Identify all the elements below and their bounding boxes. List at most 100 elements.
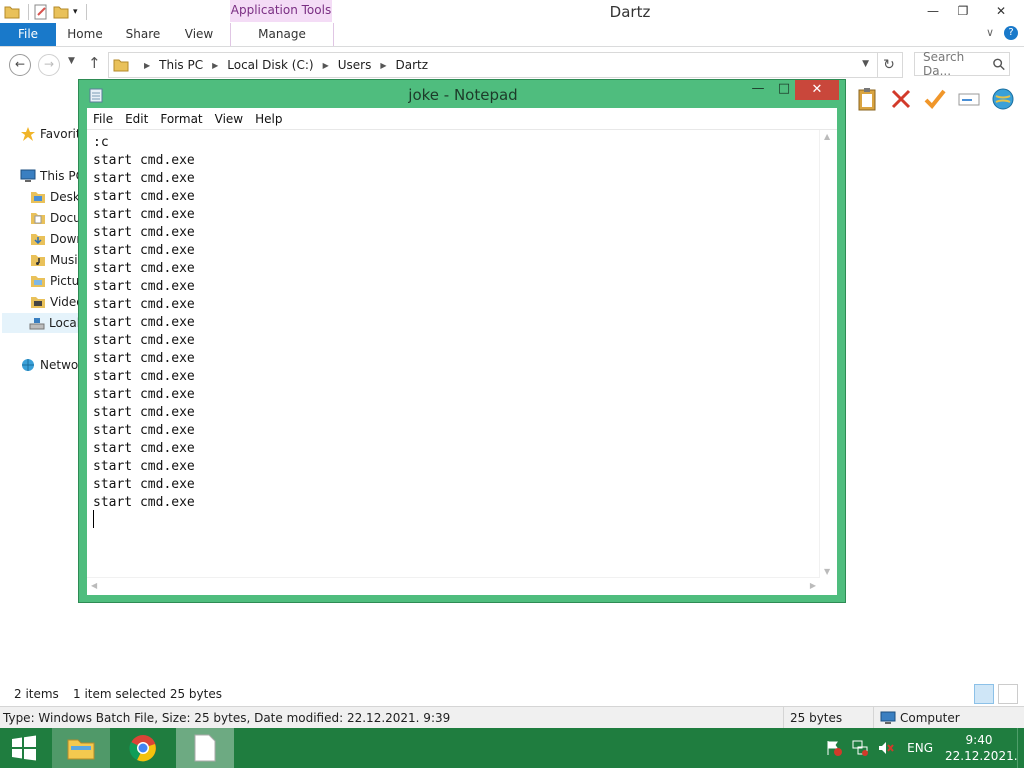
clock-time: 9:40 <box>965 733 993 747</box>
notepad-minimize-button[interactable]: — <box>745 81 771 101</box>
checkmark-icon[interactable] <box>922 86 948 112</box>
up-button[interactable]: ↑ <box>88 54 101 72</box>
details-view-button[interactable] <box>974 684 994 704</box>
scroll-down-icon[interactable]: ▼ <box>824 567 830 576</box>
toolbar-icons <box>854 86 1016 112</box>
help-icon[interactable]: ? <box>1004 26 1018 40</box>
scroll-left-icon[interactable]: ◀ <box>91 581 97 590</box>
network-status-icon[interactable] <box>851 739 869 757</box>
close-button[interactable]: ✕ <box>978 0 1024 22</box>
status-item-count: 2 items <box>14 687 59 701</box>
clipboard-icon[interactable] <box>854 86 880 112</box>
taskbar-chrome[interactable] <box>114 728 172 768</box>
tab-file[interactable]: File <box>0 23 56 46</box>
clock-date: 22.12.2021. <box>945 749 1018 763</box>
ribbon-tabs: File Home Share View Manage ∨ ? <box>0 23 1024 47</box>
start-button[interactable] <box>0 728 48 768</box>
search-input[interactable]: Search Da... <box>914 50 1010 78</box>
window-title: Dartz <box>609 3 651 21</box>
notepad-close-button[interactable]: ✕ <box>795 80 839 100</box>
menu-file[interactable]: File <box>87 112 119 126</box>
notepad-text-area[interactable]: :c start cmd.exe start cmd.exe start cmd… <box>87 130 837 595</box>
nav-favorites-label: Favorit <box>40 127 81 141</box>
clock[interactable]: 9:40 22.12.2021. <box>945 732 1018 764</box>
back-button[interactable]: ← <box>9 54 31 76</box>
restore-button[interactable]: ❐ <box>948 0 978 22</box>
tab-view[interactable]: View <box>172 23 226 46</box>
tab-manage[interactable]: Manage <box>230 23 334 46</box>
taskbar-notepad[interactable] <box>176 728 234 768</box>
menu-edit[interactable]: Edit <box>119 112 154 126</box>
breadcrumb-this-pc[interactable]: This PC <box>159 58 203 72</box>
desktop-folder-icon <box>31 192 45 203</box>
file-explorer-icon <box>67 739 95 760</box>
downloads-folder-icon <box>31 234 45 245</box>
tab-share[interactable]: Share <box>114 23 172 46</box>
nav-videos[interactable]: Video <box>30 292 84 312</box>
computer-icon <box>880 711 896 724</box>
scroll-right-icon[interactable]: ▶ <box>810 581 816 590</box>
horizontal-scrollbar[interactable]: ◀ ▶ <box>87 577 820 595</box>
breadcrumb-chevron-icon[interactable]: ▶ <box>144 61 150 70</box>
volume-muted-icon[interactable] <box>877 739 895 757</box>
nav-pictures-label: Pictu <box>50 274 80 288</box>
computer-icon <box>20 169 36 182</box>
taskbar: ENG 9:40 22.12.2021. <box>0 728 1024 768</box>
delete-icon[interactable] <box>888 86 914 112</box>
address-bar[interactable]: ▶ This PC ▶ Local Disk (C:) ▶ Users ▶ Da… <box>108 52 878 78</box>
file-size: 25 bytes <box>783 707 878 729</box>
nav-network-label: Networ <box>40 358 84 372</box>
rename-icon[interactable] <box>956 86 982 112</box>
text-caret <box>93 510 94 528</box>
nav-desktop[interactable]: Deskt <box>30 187 85 207</box>
nav-downloads[interactable]: Down <box>30 229 84 249</box>
search-icon[interactable] <box>992 57 1005 71</box>
nav-favorites[interactable]: Favorit <box>20 124 81 144</box>
menu-view[interactable]: View <box>209 112 249 126</box>
navigation-row: ← → ▼ ↑ ▶ This PC ▶ Local Disk (C:) ▶ Us… <box>0 50 1024 78</box>
breadcrumb-local-disk[interactable]: Local Disk (C:) <box>227 58 313 72</box>
address-dropdown-icon[interactable]: ▼ <box>862 59 869 69</box>
breadcrumb-chevron-icon[interactable]: ▶ <box>323 61 329 70</box>
taskbar-file-explorer[interactable] <box>52 728 110 768</box>
nav-network[interactable]: Networ <box>20 355 83 375</box>
large-icons-view-button[interactable] <box>998 684 1018 704</box>
notepad-title: joke - Notepad <box>408 86 518 104</box>
recent-locations-icon[interactable]: ▼ <box>68 56 75 66</box>
menu-help[interactable]: Help <box>249 112 288 126</box>
resize-grip-icon[interactable] <box>820 578 837 595</box>
notepad-content: :c start cmd.exe start cmd.exe start cmd… <box>93 135 195 510</box>
refresh-button[interactable]: ↻ <box>876 52 903 78</box>
nav-music[interactable]: Musi <box>30 250 78 270</box>
status-selection: 1 item selected 25 bytes <box>73 687 222 701</box>
breadcrumb-dartz[interactable]: Dartz <box>395 58 428 72</box>
notepad-window[interactable]: joke - Notepad — □ ✕ File Edit Format Vi… <box>78 79 846 603</box>
network-icon <box>22 359 34 371</box>
action-center-flag-icon[interactable] <box>825 739 843 757</box>
menu-format[interactable]: Format <box>154 112 208 126</box>
music-folder-icon <box>31 255 45 266</box>
nav-documents[interactable]: Docu <box>30 208 81 228</box>
nav-pictures[interactable]: Pictu <box>30 271 79 291</box>
documents-folder-icon <box>31 213 45 224</box>
breadcrumb-users[interactable]: Users <box>338 58 372 72</box>
videos-folder-icon <box>31 297 45 308</box>
scroll-up-icon[interactable]: ▲ <box>824 132 830 141</box>
breadcrumb-chevron-icon[interactable]: ▶ <box>212 61 218 70</box>
vertical-scrollbar[interactable]: ▲ ▼ <box>819 130 837 578</box>
view-switcher <box>974 684 1018 704</box>
breadcrumb-chevron-icon[interactable]: ▶ <box>380 61 386 70</box>
forward-button[interactable]: → <box>38 54 60 76</box>
globe-icon[interactable] <box>990 86 1016 112</box>
minimize-button[interactable]: — <box>918 0 948 22</box>
windows-logo-icon <box>12 735 36 761</box>
nav-this-pc[interactable]: This PC <box>20 166 84 186</box>
notepad-maximize-button[interactable]: □ <box>771 81 797 101</box>
star-icon <box>21 127 35 141</box>
show-desktop-button[interactable] <box>1017 728 1024 768</box>
input-language[interactable]: ENG <box>907 741 933 755</box>
tab-home[interactable]: Home <box>56 23 114 46</box>
expand-ribbon-icon[interactable]: ∨ <box>986 26 994 40</box>
notepad-title-bar[interactable]: joke - Notepad — □ ✕ <box>79 80 845 108</box>
local-disk-icon <box>29 318 45 330</box>
